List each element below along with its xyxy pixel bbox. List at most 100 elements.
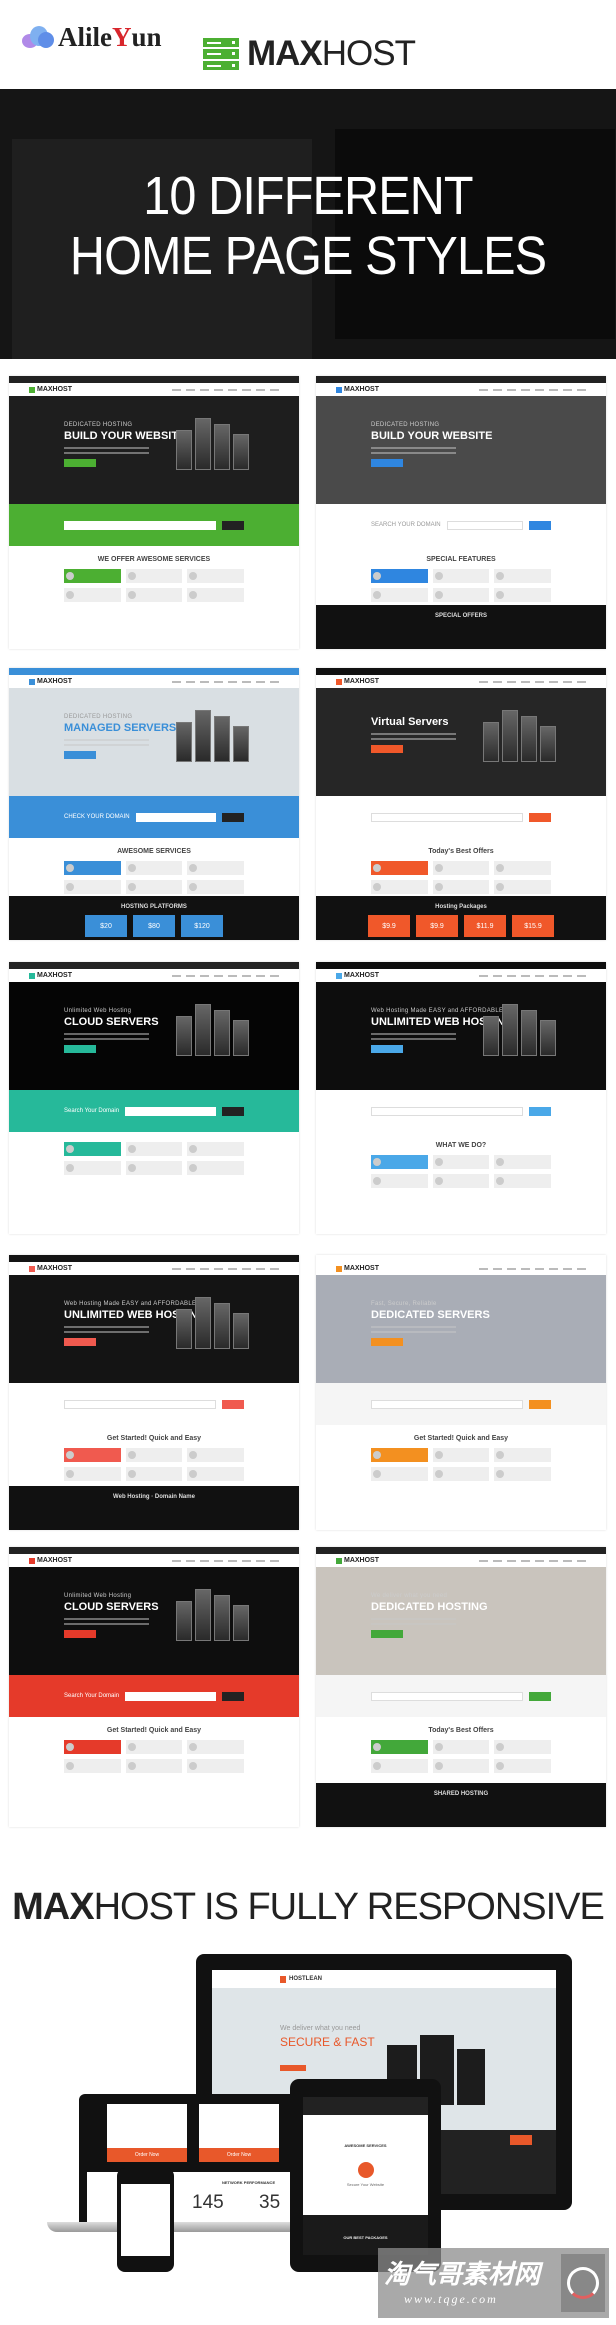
nav-item[interactable] <box>172 974 181 977</box>
get-started-button[interactable] <box>371 1338 403 1346</box>
home-page-style-thumbnail[interactable]: MAXHOST Fast, Secure, Reliable DEDICATED S… <box>316 1255 606 1530</box>
get-started-button[interactable] <box>371 745 403 753</box>
nav-item[interactable] <box>507 680 516 683</box>
nav-item[interactable] <box>214 1267 223 1270</box>
nav-item[interactable] <box>256 974 265 977</box>
search-button[interactable] <box>529 1691 551 1701</box>
nav-item[interactable] <box>242 388 251 391</box>
nav-item[interactable] <box>228 974 237 977</box>
nav-item[interactable] <box>186 1267 195 1270</box>
nav-item[interactable] <box>521 1559 530 1562</box>
nav-item[interactable] <box>549 974 558 977</box>
nav-item[interactable] <box>577 680 586 683</box>
nav-item[interactable] <box>256 388 265 391</box>
nav-item[interactable] <box>563 974 572 977</box>
home-page-style-thumbnail[interactable]: MAXHOST We deliver what you need DEDICATED… <box>316 1547 606 1827</box>
nav-item[interactable] <box>521 388 530 391</box>
nav-item[interactable] <box>563 1559 572 1562</box>
nav-item[interactable] <box>493 1267 502 1270</box>
get-started-button[interactable] <box>64 1630 96 1638</box>
nav-item[interactable] <box>214 974 223 977</box>
get-started-button[interactable] <box>64 1045 96 1053</box>
search-button[interactable] <box>222 812 244 822</box>
nav-item[interactable] <box>256 1267 265 1270</box>
get-started-button[interactable] <box>371 459 403 467</box>
nav-item[interactable] <box>535 974 544 977</box>
price-card[interactable]: $20 <box>85 915 127 937</box>
search-button[interactable] <box>529 812 551 822</box>
nav-item[interactable] <box>535 388 544 391</box>
domain-search-input[interactable] <box>64 1399 216 1409</box>
home-page-style-thumbnail[interactable]: MAXHOST Unlimited Web Hosting CLOUD SERVER… <box>9 962 299 1234</box>
nav-item[interactable] <box>186 680 195 683</box>
nav-item[interactable] <box>172 1559 181 1562</box>
home-page-style-thumbnail[interactable]: MAXHOST Web Hosting Made EASY and AFFORDA… <box>316 962 606 1234</box>
home-page-style-thumbnail[interactable]: MAXHOST Virtual Servers Today's Best Offer… <box>316 668 606 940</box>
search-button[interactable] <box>222 1106 244 1116</box>
nav-item[interactable] <box>479 1267 488 1270</box>
nav-item[interactable] <box>549 1267 558 1270</box>
nav-item[interactable] <box>270 1267 279 1270</box>
nav-item[interactable] <box>200 388 209 391</box>
domain-search-input[interactable] <box>371 1399 523 1409</box>
nav-item[interactable] <box>270 1559 279 1562</box>
nav-item[interactable] <box>242 1267 251 1270</box>
domain-search-input[interactable] <box>135 812 216 822</box>
nav-item[interactable] <box>200 974 209 977</box>
search-button[interactable] <box>529 520 551 530</box>
nav-item[interactable] <box>577 1267 586 1270</box>
nav-item[interactable] <box>228 1559 237 1562</box>
domain-search-input[interactable] <box>371 812 523 822</box>
get-started-button[interactable] <box>64 459 96 467</box>
search-button[interactable] <box>222 520 244 530</box>
home-page-style-thumbnail[interactable]: MAXHOST Web Hosting Made EASY and AFFORDA… <box>9 1255 299 1530</box>
nav-item[interactable] <box>256 680 265 683</box>
nav-item[interactable] <box>479 1559 488 1562</box>
nav-item[interactable] <box>228 1267 237 1270</box>
home-page-style-thumbnail[interactable]: MAXHOST DEDICATED HOSTING MANAGED SERVERS C… <box>9 668 299 940</box>
nav-item[interactable] <box>214 1559 223 1562</box>
home-page-style-thumbnail[interactable]: MAXHOST DEDICATED HOSTING BUILD YOUR WEBSI… <box>316 376 606 649</box>
nav-item[interactable] <box>479 680 488 683</box>
nav-item[interactable] <box>270 974 279 977</box>
search-button[interactable] <box>529 1399 551 1409</box>
get-started-button[interactable] <box>64 1338 96 1346</box>
nav-item[interactable] <box>563 388 572 391</box>
domain-search-input[interactable] <box>371 1106 523 1116</box>
nav-item[interactable] <box>214 388 223 391</box>
order-now-button[interactable]: Order Now <box>107 2148 187 2162</box>
nav-item[interactable] <box>521 680 530 683</box>
nav-item[interactable] <box>549 680 558 683</box>
nav-item[interactable] <box>186 388 195 391</box>
get-started-button[interactable] <box>64 751 96 759</box>
nav-item[interactable] <box>507 388 516 391</box>
nav-item[interactable] <box>507 974 516 977</box>
home-page-style-thumbnail[interactable]: MAXHOST DEDICATED HOSTING BUILD YOUR WEBSI… <box>9 376 299 649</box>
monitor-cta-button[interactable] <box>280 2065 306 2071</box>
nav-item[interactable] <box>563 1267 572 1270</box>
price-card[interactable]: $120 <box>181 915 223 937</box>
nav-item[interactable] <box>563 680 572 683</box>
nav-item[interactable] <box>479 388 488 391</box>
nav-item[interactable] <box>172 1267 181 1270</box>
home-page-style-thumbnail[interactable]: MAXHOST Unlimited Web Hosting CLOUD SERVER… <box>9 1547 299 1827</box>
nav-item[interactable] <box>242 974 251 977</box>
nav-item[interactable] <box>270 680 279 683</box>
nav-item[interactable] <box>549 1559 558 1562</box>
nav-item[interactable] <box>186 974 195 977</box>
nav-item[interactable] <box>507 1559 516 1562</box>
nav-item[interactable] <box>228 680 237 683</box>
get-started-button[interactable] <box>371 1045 403 1053</box>
monitor-search-button[interactable] <box>510 2135 532 2145</box>
nav-item[interactable] <box>242 680 251 683</box>
nav-item[interactable] <box>493 388 502 391</box>
get-started-button[interactable] <box>371 1630 403 1638</box>
nav-item[interactable] <box>186 1559 195 1562</box>
nav-item[interactable] <box>507 1267 516 1270</box>
price-card[interactable]: $9.9 <box>416 915 458 937</box>
nav-item[interactable] <box>200 1267 209 1270</box>
nav-item[interactable] <box>577 388 586 391</box>
nav-item[interactable] <box>549 388 558 391</box>
price-card[interactable]: $11.9 <box>464 915 506 937</box>
price-card[interactable]: $80 <box>133 915 175 937</box>
